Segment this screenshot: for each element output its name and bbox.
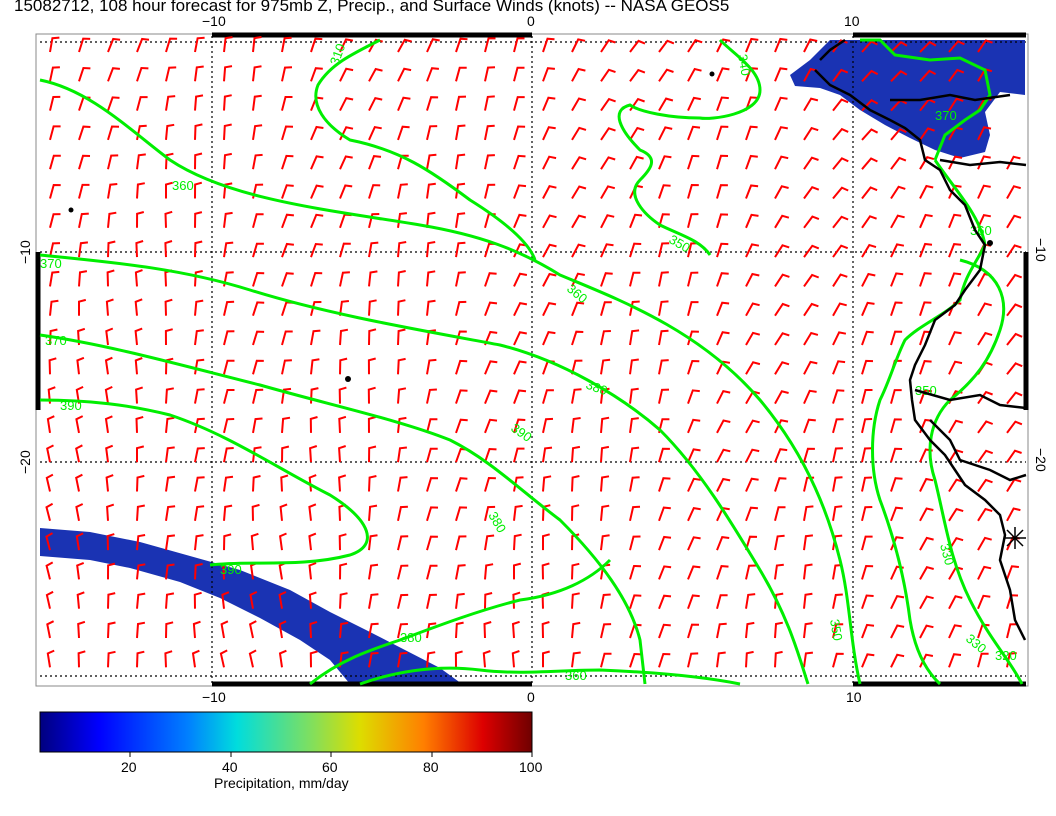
contour-label: 380	[400, 630, 422, 645]
contour-label: 370	[40, 256, 62, 271]
top-axis-label: 10	[844, 13, 860, 29]
top-axis-label: −10	[202, 13, 226, 29]
colorbar-tick-labels: 20 40 60 80 100	[121, 759, 543, 775]
location-marker	[1004, 527, 1026, 549]
colorbar-tick-label: 20	[121, 759, 137, 775]
contour-label: 370	[45, 333, 67, 348]
bottom-axis-label: 10	[846, 689, 862, 705]
contour-label: 360	[565, 668, 587, 683]
top-axis-label: 0	[527, 13, 535, 29]
contour-label: 360	[172, 178, 194, 193]
colorbar-tick-label: 40	[222, 759, 238, 775]
contour-label: 370	[935, 108, 957, 123]
bottom-axis-label: 0	[527, 689, 535, 705]
colorbar-title: Precipitation, mm/day	[214, 775, 349, 791]
right-axis-label: −10	[1033, 238, 1049, 262]
contour-label: 320	[995, 648, 1017, 663]
colorbar-tick-label: 60	[322, 759, 338, 775]
right-axis-label: −20	[1033, 448, 1049, 472]
left-axis-label: −10	[17, 240, 33, 264]
forecast-map: 310 340 360 350 370 360 370 380 390 390 …	[17, 13, 1049, 775]
colorbar	[39, 711, 533, 753]
colorbar-tick-label: 100	[519, 759, 543, 775]
contour-label: 390	[60, 398, 82, 413]
contour-label: 390	[220, 562, 242, 577]
colorbar-tick-label: 80	[423, 759, 439, 775]
left-axis-label: −20	[17, 450, 33, 474]
colorbar-ticks	[129, 752, 533, 757]
bottom-axis-label: −10	[202, 689, 226, 705]
